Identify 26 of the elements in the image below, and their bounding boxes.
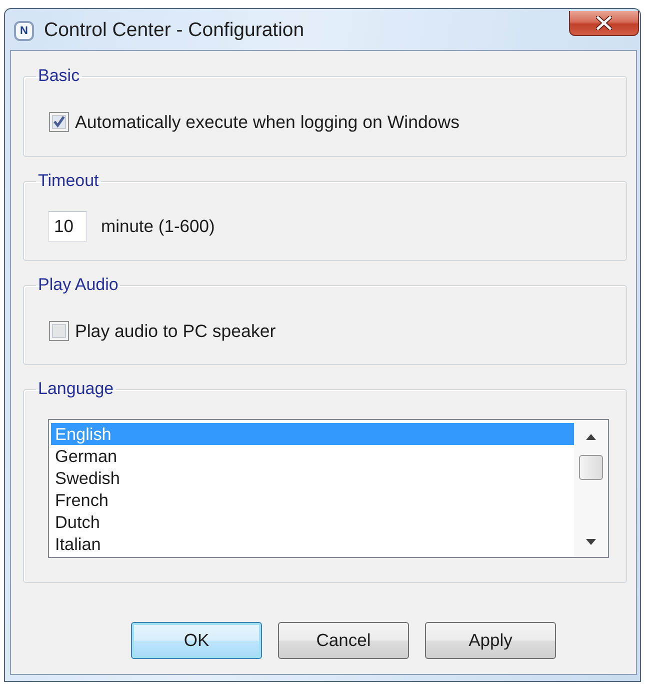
close-button[interactable] (569, 11, 639, 36)
list-item[interactable]: Dutch (51, 511, 574, 533)
checkbox-label[interactable]: Play audio to PC speaker (75, 321, 276, 341)
dialog-button[interactable]: Cancel (278, 622, 409, 659)
dialog-button[interactable]: Apply (425, 622, 556, 659)
scrollbar-thumb[interactable] (579, 455, 603, 480)
list-item[interactable]: German (51, 445, 574, 467)
group-title: Timeout (37, 171, 100, 191)
list-item[interactable]: Italian (51, 533, 574, 555)
list-item[interactable]: French (51, 489, 574, 511)
window-title: Control Center - Configuration (44, 19, 304, 42)
checkbox[interactable] (49, 321, 69, 341)
close-icon (596, 16, 612, 30)
app-logo: N (14, 20, 34, 40)
group-title: Basic (37, 66, 81, 86)
dialog-button[interactable]: OK (131, 622, 262, 659)
scroll-up-icon[interactable] (586, 434, 596, 440)
group-title: Language (37, 379, 115, 399)
checkbox-label[interactable]: Automatically execute when logging on Windows (75, 112, 460, 132)
scroll-down-icon[interactable] (586, 539, 596, 545)
checkbox[interactable] (49, 112, 69, 132)
group-title: Play Audio (37, 275, 120, 295)
number-field[interactable]: 10 (48, 211, 87, 242)
list-item[interactable]: Swedish (51, 467, 574, 489)
unit-label: minute (1-600) (101, 216, 215, 237)
language-list[interactable]: English German Swedish French Dutch Italian (48, 419, 609, 558)
